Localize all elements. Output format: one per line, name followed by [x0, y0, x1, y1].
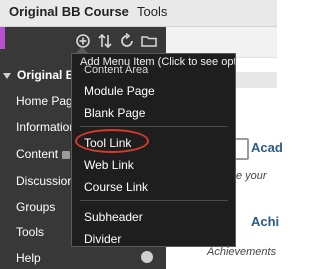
menu-item-tool-link[interactable]: Tool Link [84, 136, 131, 150]
menu-item-subheader[interactable]: Subheader [84, 210, 143, 224]
sidebar-item-content[interactable]: Content [16, 147, 71, 161]
content-subheader-strip [230, 72, 277, 88]
refresh-icon[interactable] [118, 32, 136, 50]
sidebar-item-groups[interactable]: Groups [16, 200, 55, 214]
course-accent-bar [0, 27, 5, 49]
tab-tools[interactable]: Tools [137, 4, 167, 19]
content-subtext-achi: Achievements [207, 246, 277, 258]
help-status-icon [141, 251, 153, 263]
menu-divider [80, 200, 228, 201]
folder-icon[interactable] [140, 32, 158, 50]
menu-divider [80, 126, 228, 127]
content-heading-acad[interactable]: Acad [251, 140, 283, 155]
course-title[interactable]: Original BB Course [9, 4, 129, 19]
sort-icon[interactable] [96, 32, 114, 50]
collapse-triangle-icon[interactable] [3, 72, 11, 79]
course-header-bar: Original BB Course Tools [0, 0, 277, 27]
menu-item-module-page[interactable]: Module Page [84, 84, 155, 98]
add-menu-item-dropdown: Content Area Add Menu Item (Click to see… [71, 53, 236, 247]
menu-item-blank-page[interactable]: Blank Page [84, 106, 145, 120]
sidebar-item-information[interactable]: Information [16, 120, 76, 134]
menu-item-divider[interactable]: Divider [84, 232, 121, 246]
content-badge-icon [62, 150, 71, 159]
menu-item-web-link[interactable]: Web Link [84, 158, 134, 172]
content-subtext-acad: e your [236, 170, 267, 182]
menu-item-course-link[interactable]: Course Link [84, 180, 148, 194]
content-heading-achi[interactable]: Achi [251, 214, 279, 229]
add-menu-item-header: Add Menu Item (Click to see options) [80, 56, 235, 68]
sidebar-item-content-label: Content [16, 147, 59, 161]
sidebar-item-help[interactable]: Help [16, 251, 41, 265]
sidebar-item-home-page[interactable]: Home Page [16, 94, 79, 108]
sidebar-item-tools[interactable]: Tools [16, 225, 44, 239]
